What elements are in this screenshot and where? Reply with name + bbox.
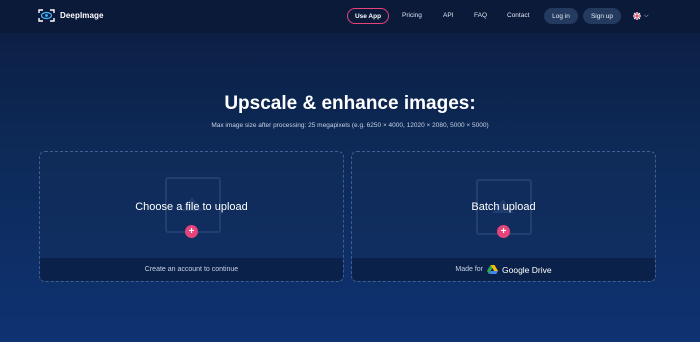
top-navbar: DeepImage Use App Pricing API FAQ Contac… (0, 0, 700, 33)
google-drive-icon (487, 265, 498, 274)
batch-upload-title: Batch upload (471, 201, 536, 213)
nav-link-api[interactable]: API (443, 12, 453, 19)
chevron-down-icon: ⌵ (644, 12, 649, 19)
brand-logo[interactable]: DeepImage (38, 9, 104, 22)
signup-button[interactable]: Sign up (583, 8, 621, 24)
login-button[interactable]: Log in (544, 8, 578, 24)
page-title: Upscale & enhance images: (224, 93, 476, 114)
batch-upload-dropzone[interactable]: Batch upload + Made for Google Drive (351, 151, 656, 282)
nav-link-pricing[interactable]: Pricing (402, 12, 422, 19)
use-app-button[interactable]: Use App (347, 8, 389, 24)
single-upload-footer: Create an account to continue (40, 258, 343, 281)
add-file-button[interactable]: + (185, 225, 198, 238)
brand-name: DeepImage (60, 11, 104, 20)
batch-upload-footer: Made for Google Drive (352, 258, 655, 281)
add-batch-button[interactable]: + (497, 225, 510, 238)
single-upload-title: Choose a file to upload (135, 201, 248, 213)
nav-link-contact[interactable]: Contact (507, 12, 529, 19)
language-selector[interactable]: ⌵ (633, 12, 649, 20)
create-account-note[interactable]: Create an account to continue (145, 266, 238, 273)
deepimage-logo-icon (38, 9, 55, 22)
max-size-note: Max image size after processing: 25 mega… (211, 122, 489, 129)
google-drive-label: Google Drive (502, 264, 552, 275)
uk-flag-icon (633, 12, 641, 20)
made-for-label: Made for (455, 266, 483, 273)
single-upload-dropzone[interactable]: Choose a file to upload + Create an acco… (39, 151, 344, 282)
nav-link-faq[interactable]: FAQ (474, 12, 487, 19)
